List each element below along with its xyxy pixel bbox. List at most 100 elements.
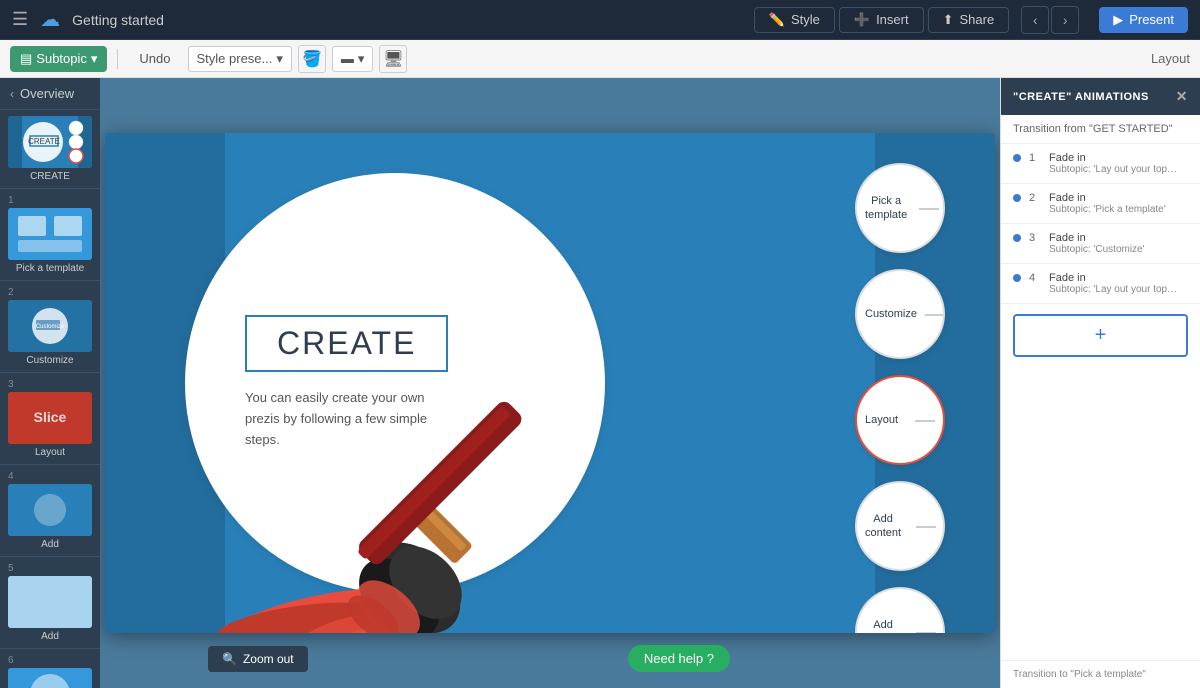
- slide-num-2: 2: [8, 287, 92, 298]
- sidebar-back-icon[interactable]: ‹: [10, 87, 14, 101]
- sidebar-header: ‹ Overview: [0, 78, 100, 110]
- play-icon: ▶: [1113, 12, 1123, 28]
- top-nav: ✏️ Style ➕ Insert ⬆ Share: [754, 7, 1009, 33]
- line-style-dropdown[interactable]: ▬ ▾: [332, 46, 374, 72]
- monitor-icon-button[interactable]: 🖥: [379, 45, 407, 73]
- undo-button[interactable]: Undo: [128, 46, 181, 71]
- right-panel-title: "CREATE" ANIMATIONS: [1013, 91, 1149, 103]
- item-sub-4: Subtopic: 'Lay out your topi...': [1049, 284, 1179, 295]
- bullet-icon-4: [1013, 274, 1021, 282]
- sidebar-overview-label: Overview: [20, 86, 74, 101]
- circle-add-content-1[interactable]: Addcontent: [855, 481, 945, 571]
- item-sub-2: Subtopic: 'Pick a template': [1049, 204, 1179, 215]
- style-preset-dropdown[interactable]: Style prese... ▾: [188, 46, 292, 72]
- slide-thumb-1[interactable]: 1 Pick a template: [0, 189, 100, 281]
- app-title: Getting started: [72, 12, 742, 28]
- item-num-1: 1: [1029, 152, 1041, 164]
- share-icon: ⬆: [943, 12, 954, 28]
- circle-layout[interactable]: Layout: [855, 375, 945, 465]
- svg-text:Customize: Customize: [36, 324, 65, 330]
- bullet-icon-1: [1013, 154, 1021, 162]
- item-title-4: Fade in: [1049, 272, 1188, 284]
- slide-num-6: 6: [8, 655, 92, 666]
- transition-from-label: Transition from "GET STARTED": [1001, 115, 1200, 144]
- item-num-4: 4: [1029, 272, 1041, 284]
- layout-label: Layout: [1151, 51, 1190, 66]
- dropdown-arrow-icon: ▾: [91, 51, 98, 67]
- slide-label-3: Layout: [8, 447, 92, 458]
- circle-customize[interactable]: Customize: [855, 269, 945, 359]
- svg-text:Slice: Slice: [34, 409, 67, 425]
- zoom-icon: 🔍: [222, 652, 237, 666]
- item-num-2: 2: [1029, 192, 1041, 204]
- nav-arrows: ‹ ›: [1021, 6, 1079, 34]
- style-nav-button[interactable]: ✏️ Style: [754, 7, 835, 33]
- slide-thumb-6[interactable]: 6 Add: [0, 649, 100, 688]
- add-animation-button[interactable]: +: [1013, 314, 1188, 357]
- canvas-area[interactable]: CREATE You can easily create your own pr…: [100, 78, 1000, 688]
- slide-thumbnail-create: CREATE: [8, 116, 92, 168]
- slide-thumbnail-2: Customize: [8, 300, 92, 352]
- item-sub-1: Subtopic: 'Lay out your topi...': [1049, 164, 1179, 175]
- slide[interactable]: CREATE You can easily create your own pr…: [105, 133, 995, 633]
- right-panel-header: "CREATE" ANIMATIONS ✕: [1001, 78, 1200, 115]
- animation-item-3: 3 Fade in Subtopic: 'Customize': [1001, 224, 1200, 264]
- subtopic-button[interactable]: ▤ Subtopic ▾: [10, 46, 107, 72]
- slide-label-5: Add: [8, 631, 92, 642]
- circle-pick-template[interactable]: Pick atemplate: [855, 163, 945, 253]
- nav-prev-button[interactable]: ‹: [1021, 6, 1049, 34]
- slide-thumbnail-5: [8, 576, 92, 628]
- slide-thumb-create[interactable]: CREATE CREATE: [0, 110, 100, 189]
- main-area: ‹ Overview CREATE CREATE: [0, 78, 1200, 688]
- right-panel: "CREATE" ANIMATIONS ✕ Transition from "G…: [1000, 78, 1200, 688]
- slide-thumb-3[interactable]: 3 Slice Layout: [0, 373, 100, 465]
- present-button[interactable]: ▶ Present: [1099, 7, 1188, 33]
- slide-num-5: 5: [8, 563, 92, 574]
- slide-num-3: 3: [8, 379, 92, 390]
- slide-thumb-4[interactable]: 4 Add: [0, 465, 100, 557]
- bullet-icon-3: [1013, 234, 1021, 242]
- toolbar-separator: [117, 49, 118, 69]
- slide-label-create: CREATE: [8, 171, 92, 182]
- slide-thumbnail-6: [8, 668, 92, 688]
- slide-thumbnail-3: Slice: [8, 392, 92, 444]
- side-circles: Pick atemplate Customize Layout Addconte…: [855, 163, 945, 633]
- animation-item-1: 1 Fade in Subtopic: 'Lay out your topi..…: [1001, 144, 1200, 184]
- slide-label-4: Add: [8, 539, 92, 550]
- style-icon: ✏️: [769, 12, 785, 28]
- slide-thumb-2[interactable]: 2 Customize Customize: [0, 281, 100, 373]
- item-num-3: 3: [1029, 232, 1041, 244]
- dropdown-chevron-icon: ▾: [276, 51, 283, 67]
- nav-next-button[interactable]: ›: [1051, 6, 1079, 34]
- toolbar: ▤ Subtopic ▾ Undo Style prese... ▾ 🪣 ▬ ▾…: [0, 40, 1200, 78]
- right-panel-close-icon[interactable]: ✕: [1176, 88, 1188, 105]
- slide-num-4: 4: [8, 471, 92, 482]
- insert-icon: ➕: [854, 12, 870, 28]
- zoom-out-button[interactable]: 🔍 Zoom out: [208, 646, 308, 672]
- line-icon: ▬: [341, 51, 354, 66]
- share-nav-button[interactable]: ⬆ Share: [928, 7, 1010, 33]
- brush-image: [205, 313, 625, 633]
- slide-thumbnail-1: [8, 208, 92, 260]
- item-title-2: Fade in: [1049, 192, 1188, 204]
- subtopic-icon: ▤: [20, 51, 32, 67]
- menu-icon[interactable]: ☰: [12, 9, 28, 30]
- animation-item-2: 2 Fade in Subtopic: 'Pick a template': [1001, 184, 1200, 224]
- item-sub-3: Subtopic: 'Customize': [1049, 244, 1179, 255]
- transition-to-label: Transition to "Pick a template": [1001, 660, 1200, 688]
- slide-label-1: Pick a template: [8, 263, 92, 274]
- help-button[interactable]: Need help ?: [628, 645, 730, 672]
- insert-nav-button[interactable]: ➕ Insert: [839, 7, 924, 33]
- slide-label-2: Customize: [8, 355, 92, 366]
- slide-thumb-5[interactable]: 5 Add: [0, 557, 100, 649]
- fill-icon-button[interactable]: 🪣: [298, 45, 326, 73]
- dropdown-chevron-icon: ▾: [358, 51, 365, 67]
- bullet-icon-2: [1013, 194, 1021, 202]
- circle-add-content-2[interactable]: Addcontent: [855, 587, 945, 633]
- cloud-icon: ☁: [40, 7, 60, 32]
- slide-num-1: 1: [8, 195, 92, 206]
- animation-item-4: 4 Fade in Subtopic: 'Lay out your topi..…: [1001, 264, 1200, 304]
- svg-text:CREATE: CREATE: [28, 137, 60, 146]
- item-title-3: Fade in: [1049, 232, 1188, 244]
- sidebar: ‹ Overview CREATE CREATE: [0, 78, 100, 688]
